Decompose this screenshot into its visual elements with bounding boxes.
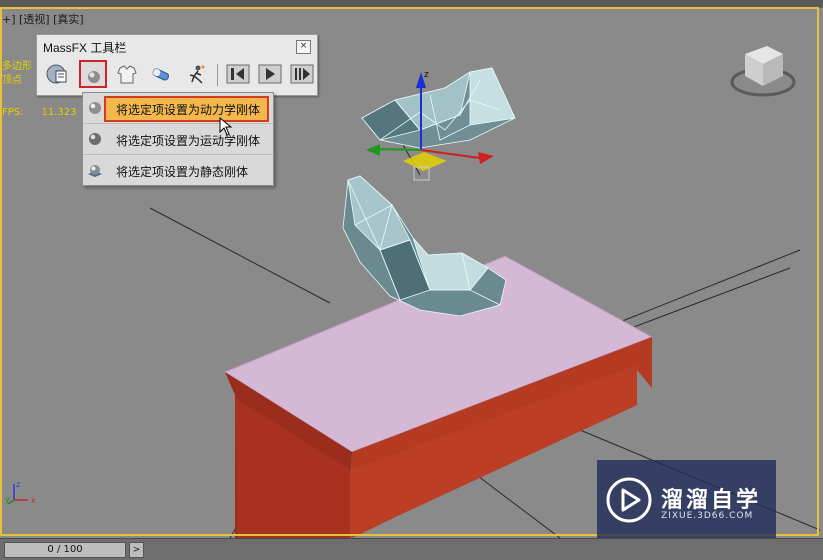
reset-simulation-icon xyxy=(226,64,250,84)
viewcube-icon[interactable] xyxy=(727,38,797,100)
play-simulation-button[interactable] xyxy=(255,60,283,88)
stat-vertices: 顶点 xyxy=(2,75,22,86)
time-slider-bar: 0 / 100 > xyxy=(0,538,823,560)
step-simulation-icon xyxy=(290,64,314,84)
step-simulation-button[interactable] xyxy=(287,60,315,88)
time-slider[interactable]: 0 / 100 xyxy=(4,542,126,558)
svg-text:y: y xyxy=(5,495,10,504)
toolbar-title: MassFX 工具栏 xyxy=(43,41,127,55)
toolbar-close-button[interactable]: × xyxy=(296,40,311,54)
fps-label: FPS: xyxy=(2,107,24,118)
ragdoll-button[interactable] xyxy=(181,60,209,88)
svg-text:z: z xyxy=(424,70,429,80)
fps-readout: FPS: 11.323 xyxy=(2,107,77,118)
watermark-title: 溜溜自学 xyxy=(661,488,762,513)
mouse-cursor-icon xyxy=(219,117,233,136)
floating-cloth xyxy=(361,67,516,149)
fps-value: 11.323 xyxy=(41,107,77,118)
menu-item-label: 将选定项设置为静态刚体 xyxy=(116,165,249,179)
constraint-button[interactable] xyxy=(147,60,175,88)
stat-polygons: 多边形 xyxy=(2,61,32,72)
svg-text:x: x xyxy=(31,496,36,505)
svg-text:z: z xyxy=(16,480,20,489)
world-parameters-button[interactable] xyxy=(43,60,71,88)
world-parameters-icon xyxy=(46,64,67,84)
perspective-viewport[interactable]: z +] [透视] [真实] 多边形 顶点 FPS: 11.323 z x y … xyxy=(0,0,823,538)
rigid-body-button[interactable] xyxy=(79,60,107,88)
menu-item-static-rigid-body[interactable]: 将选定项设置为静态刚体 xyxy=(83,155,273,185)
rigid-body-flyout-menu: 将选定项设置为动力学刚体 将选定项设置为运动学刚体 将选定项设置为静态刚体 xyxy=(82,92,274,186)
dynamic-sphere-icon xyxy=(89,102,101,114)
axis-tripod-icon: z x y xyxy=(5,480,36,505)
viewport-label[interactable]: +] [透视] [真实] xyxy=(2,11,84,27)
reset-simulation-button[interactable] xyxy=(223,60,251,88)
statistics-overlay: 多边形 顶点 xyxy=(2,60,32,88)
menu-item-label: 将选定项设置为动力学刚体 xyxy=(116,103,261,117)
watermark-play-logo-icon xyxy=(606,477,652,523)
menu-item-kinematic-rigid-body[interactable]: 将选定项设置为运动学刚体 xyxy=(83,124,273,155)
cloth-button[interactable] xyxy=(113,60,141,88)
play-simulation-icon xyxy=(258,64,282,84)
cloth-shirt-icon xyxy=(117,65,137,84)
watermark: 溜溜自学 ZIXUE.3D66.COM xyxy=(597,460,776,538)
ragdoll-icon xyxy=(189,65,205,84)
static-sphere-icon xyxy=(88,165,102,177)
menu-item-label: 将选定项设置为运动学刚体 xyxy=(116,134,261,148)
toolbar-separator xyxy=(217,64,218,86)
toolbar-icons xyxy=(41,60,315,90)
rigid-body-sphere-icon xyxy=(88,71,100,83)
watermark-url: ZIXUE.3D66.COM xyxy=(661,511,754,521)
constraint-icon xyxy=(152,68,170,81)
next-frame-button[interactable]: > xyxy=(129,542,144,558)
menu-item-dynamic-rigid-body[interactable]: 将选定项设置为动力学刚体 xyxy=(83,93,273,124)
falling-cloth xyxy=(342,175,507,317)
massfx-toolbar: MassFX 工具栏 × xyxy=(36,34,318,96)
kinematic-sphere-icon xyxy=(89,133,101,145)
